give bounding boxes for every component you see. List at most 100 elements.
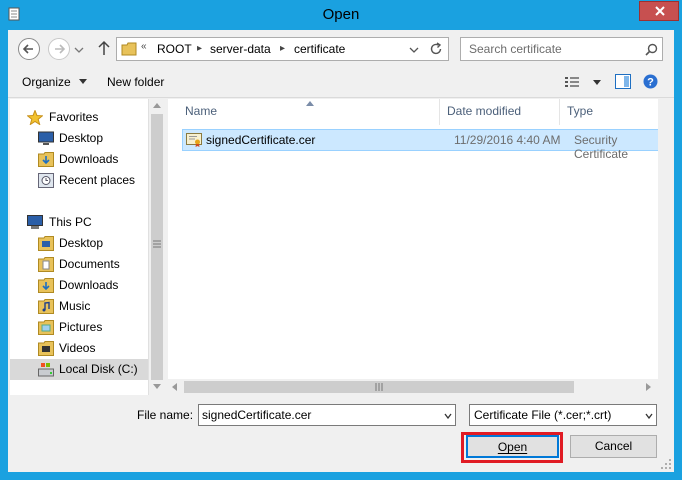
breadcrumb-chevron-icon[interactable]: ▸ [280, 43, 285, 54]
nav-favorites[interactable]: Favorites [10, 107, 148, 128]
help-icon[interactable]: ? [643, 74, 658, 89]
nav-label: Desktop [59, 236, 104, 250]
command-toolbar: Organize New folder ? [8, 66, 674, 98]
pictures-folder-icon [38, 320, 54, 335]
scroll-up-icon[interactable] [153, 103, 161, 109]
breadcrumb-chevron-icon[interactable]: ▸ [197, 43, 202, 54]
desktop-icon [38, 131, 54, 145]
nav-label: Pictures [59, 320, 103, 334]
file-date: 11/29/2016 4:40 AM [454, 133, 561, 147]
certificate-icon [186, 133, 202, 147]
computer-icon [27, 215, 43, 229]
forward-button[interactable] [48, 38, 70, 60]
column-name-label: Name [185, 104, 218, 118]
column-header-date[interactable]: Date modified [440, 99, 560, 125]
file-name-input[interactable]: signedCertificate.cer [198, 404, 456, 426]
column-header-type[interactable]: Type [560, 99, 658, 125]
nav-fav-downloads[interactable]: Downloads [10, 149, 148, 170]
column-type-label: Type [567, 104, 594, 118]
table-row[interactable]: signedCertificate.cer 11/29/2016 4:40 AM… [182, 129, 674, 161]
search-icon[interactable] [645, 43, 658, 56]
search-placeholder: Search certificate [469, 42, 562, 56]
grip-icon [375, 383, 383, 391]
nav-label: Downloads [59, 278, 119, 292]
file-list-vertical-scrollbar[interactable] [658, 99, 674, 395]
close-icon [655, 6, 665, 16]
nav-scroll-thumb[interactable] [151, 114, 163, 380]
open-dialog: Open « ROOT ▸ server-data ▸ certificate … [0, 0, 682, 480]
nav-this-pc[interactable]: This PC [10, 212, 148, 233]
nav-pc-music[interactable]: Music [10, 296, 148, 317]
back-button[interactable] [18, 38, 40, 60]
file-name-value: signedCertificate.cer [202, 408, 312, 422]
documents-folder-icon [38, 257, 54, 272]
file-name: signedCertificate.cer [206, 133, 316, 147]
file-name-label: File name: [137, 408, 194, 422]
file-type-filter-select[interactable]: Certificate File (*.cer;*.crt) [469, 404, 657, 426]
up-arrow-icon[interactable] [98, 40, 110, 56]
nav-label: Music [59, 299, 91, 313]
downloads-folder-icon [38, 278, 54, 293]
preview-pane-icon[interactable] [615, 74, 631, 89]
star-icon [27, 110, 43, 125]
window-title: Open [322, 6, 360, 23]
recent-places-icon [38, 173, 54, 188]
column-header-name[interactable]: Name [178, 99, 440, 125]
breadcrumb-root[interactable]: ROOT [157, 42, 192, 56]
recent-locations-chevron-icon[interactable] [74, 46, 84, 54]
nav-pc-downloads[interactable]: Downloads [10, 275, 148, 296]
back-arrow-icon [22, 44, 33, 54]
search-input[interactable]: Search certificate [460, 37, 663, 61]
breadcrumb-certificate[interactable]: certificate [294, 42, 345, 56]
title-bar[interactable]: Open [0, 0, 682, 30]
nav-label: Desktop [59, 131, 104, 145]
resize-grip-icon[interactable] [660, 458, 672, 470]
file-list-horizontal-scrollbar[interactable] [168, 379, 658, 395]
nav-pc-videos[interactable]: Videos [10, 338, 148, 359]
organize-label: Organize [22, 75, 71, 89]
nav-label: Documents [59, 257, 120, 271]
nav-pane-scrollbar[interactable] [148, 99, 165, 395]
nav-pc-desktop[interactable]: Desktop [10, 233, 148, 254]
forward-arrow-icon [55, 44, 66, 54]
chevron-down-icon[interactable] [444, 413, 452, 419]
nav-pc-pictures[interactable]: Pictures [10, 317, 148, 338]
breadcrumb-overflow[interactable]: « [141, 41, 147, 52]
chevron-down-icon [79, 79, 87, 84]
dialog-client-area: « ROOT ▸ server-data ▸ certificate Searc… [8, 30, 674, 472]
nav-favorites-label: Favorites [49, 110, 99, 124]
refresh-icon[interactable] [429, 42, 443, 56]
file-type-filter-value: Certificate File (*.cer;*.crt) [474, 408, 612, 422]
svg-text:?: ? [647, 77, 654, 89]
nav-label: Local Disk (C:) [59, 362, 138, 376]
scroll-right-icon[interactable] [646, 383, 652, 391]
file-list-pane[interactable]: Name Date modified Type signedCertificat… [168, 99, 674, 395]
organize-button[interactable]: Organize [22, 75, 87, 89]
nav-fav-recent[interactable]: Recent places [10, 170, 148, 191]
chevron-down-icon[interactable] [645, 413, 653, 419]
new-folder-button[interactable]: New folder [107, 75, 164, 89]
folder-icon [38, 236, 54, 251]
breadcrumb-server-data[interactable]: server-data [210, 42, 271, 56]
navigation-pane[interactable]: Favorites Desktop Downloads Recent place… [10, 99, 148, 395]
view-details-icon[interactable] [565, 76, 579, 88]
column-date-label: Date modified [447, 104, 522, 118]
downloads-folder-icon [38, 152, 54, 167]
music-folder-icon [38, 299, 54, 314]
nav-fav-desktop[interactable]: Desktop [10, 128, 148, 149]
cancel-button[interactable]: Cancel [570, 435, 657, 458]
close-button[interactable] [639, 1, 679, 21]
nav-pc-local-disk[interactable]: Local Disk (C:) [10, 359, 148, 380]
nav-this-pc-label: This PC [49, 215, 92, 229]
scroll-left-icon[interactable] [172, 383, 178, 391]
open-button-highlight [461, 432, 563, 463]
nav-label: Videos [59, 341, 96, 355]
address-bar[interactable]: « ROOT ▸ server-data ▸ certificate [116, 37, 449, 61]
grip-icon [153, 240, 161, 248]
horizontal-scroll-thumb[interactable] [184, 381, 574, 393]
nav-pc-documents[interactable]: Documents [10, 254, 148, 275]
scroll-down-icon[interactable] [153, 384, 161, 390]
scrollbar-corner [658, 379, 674, 395]
address-dropdown-icon[interactable] [409, 46, 419, 54]
view-options-chevron-icon[interactable] [593, 80, 601, 86]
